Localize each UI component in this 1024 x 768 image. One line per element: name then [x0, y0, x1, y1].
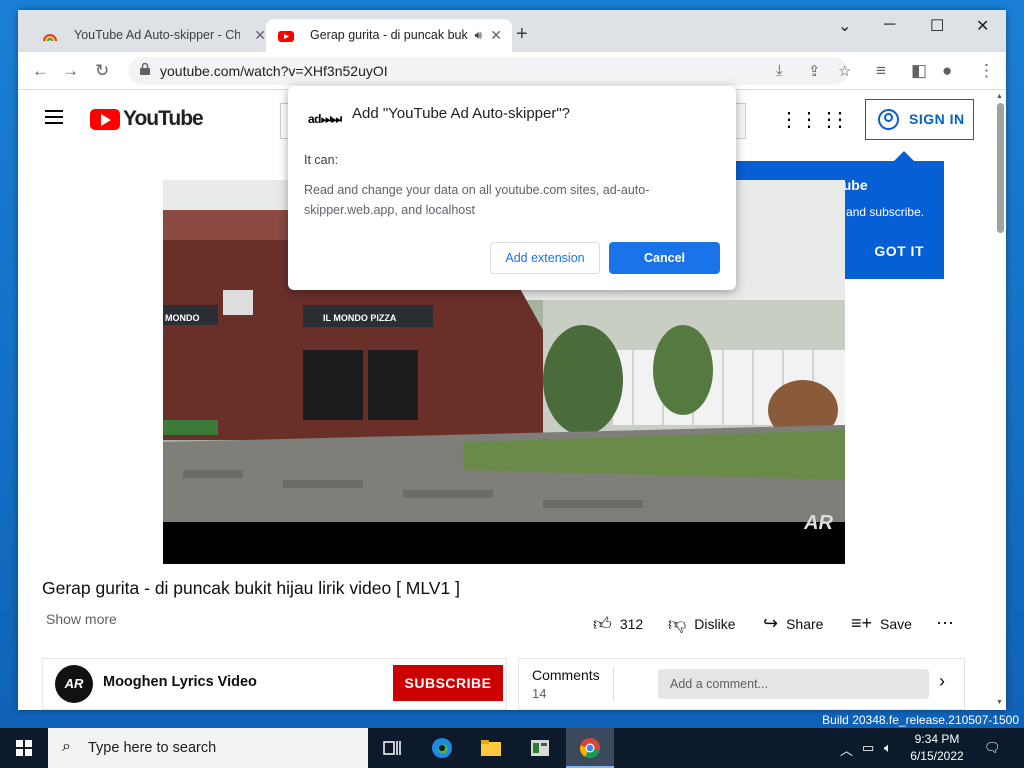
- reload-icon[interactable]: ↻: [95, 61, 109, 81]
- got-it-button[interactable]: GOT IT: [874, 243, 924, 259]
- windows-start-icon[interactable]: [16, 740, 32, 756]
- settings-kebab-icon[interactable]: ⋮: [830, 107, 850, 132]
- hamburger-menu-icon[interactable]: [45, 110, 63, 124]
- tab-strip: YouTube Ad Auto-skipper - Chro ✕ Gerap g…: [18, 10, 1006, 52]
- add-comment-input[interactable]: Add a comment...: [658, 669, 929, 699]
- server-manager-icon[interactable]: [528, 736, 552, 760]
- account-icon: [878, 109, 899, 130]
- scrollbar-thumb[interactable]: [997, 103, 1004, 233]
- taskbar-chrome-button[interactable]: [566, 728, 614, 768]
- dialog-permission: Read and change your data on all youtube…: [304, 183, 650, 217]
- chevron-right-icon[interactable]: ›: [939, 671, 945, 692]
- minimize-icon[interactable]: ─: [884, 16, 895, 34]
- more-actions-button[interactable]: ⋯: [936, 613, 962, 634]
- cancel-button[interactable]: Cancel: [609, 242, 720, 274]
- volume-muted-icon[interactable]: 🔈︎: [884, 740, 892, 756]
- tab-youtube-video[interactable]: Gerap gurita - di puncak buk 🔊︎ ✕: [266, 19, 512, 52]
- clock-time: 9:34 PM: [914, 732, 960, 746]
- page-scrollbar[interactable]: ▲ ▼: [994, 91, 1006, 710]
- share-arrow-icon: ↪: [763, 613, 779, 633]
- share-label: Share: [786, 615, 824, 632]
- lock-icon: [140, 63, 150, 75]
- channel-avatar[interactable]: AR: [55, 665, 93, 703]
- system-clock[interactable]: 9:34 PM 6/15/2022: [906, 731, 968, 765]
- media-control-icon[interactable]: ≡: [876, 61, 886, 81]
- chrome-menu-icon[interactable]: ⋮: [978, 61, 995, 81]
- build-watermark: Build 20348.fe_release.210507-1500: [822, 713, 1019, 727]
- comments-divider: [613, 667, 614, 701]
- youtube-play-icon: [90, 108, 120, 130]
- clock-date: 6/15/2022: [910, 749, 964, 763]
- more-horizontal-icon: ⋯: [936, 613, 954, 633]
- video-title: Gerap gurita - di puncak bukit hijau lir…: [42, 578, 460, 598]
- scroll-down-icon[interactable]: ▼: [996, 699, 1003, 706]
- back-arrow-icon[interactable]: ←: [32, 61, 49, 81]
- scroll-up-icon[interactable]: ▲: [996, 93, 1003, 100]
- dislike-button[interactable]: 👎︎ Dislike: [668, 613, 736, 635]
- url-text: youtube.com/watch?v=XHf3n52uyOI: [160, 63, 388, 79]
- comments-card: Comments 14 Add a comment... ›: [518, 658, 965, 710]
- close-tab-icon[interactable]: ✕: [254, 19, 266, 52]
- maximize-icon[interactable]: ☐: [930, 16, 944, 36]
- tab-title: YouTube Ad Auto-skipper - Chro: [74, 28, 240, 42]
- browser-toolbar: ← → ↻ youtube.com/watch?v=XHf3n52uyOI ⤓ …: [18, 52, 1006, 90]
- edge-browser-icon[interactable]: [430, 736, 454, 760]
- file-explorer-icon[interactable]: [479, 736, 503, 760]
- new-tab-button[interactable]: +: [516, 24, 528, 44]
- pizza-sign-text: IL MONDO PIZZA: [323, 313, 397, 323]
- audio-playing-icon[interactable]: 🔊︎: [474, 19, 482, 52]
- show-more-link[interactable]: Show more: [46, 611, 117, 627]
- share-button[interactable]: ↪ Share: [763, 613, 823, 634]
- extension-logo-icon: ad⏭⏭: [308, 112, 342, 126]
- save-label: Save: [880, 615, 912, 632]
- tab-title: Gerap gurita - di puncak buk: [310, 28, 468, 42]
- sign-in-label: SIGN IN: [909, 111, 965, 127]
- network-icon[interactable]: ▭: [862, 740, 874, 756]
- rainbow-favicon-icon: [43, 34, 57, 42]
- close-window-icon[interactable]: ✕: [976, 16, 989, 36]
- address-bar[interactable]: youtube.com/watch?v=XHf3n52uyOI ⤓ ⇪ ☆: [128, 57, 851, 85]
- profile-avatar-icon[interactable]: ●: [942, 61, 952, 81]
- forward-arrow-icon[interactable]: →: [62, 61, 79, 81]
- search-icon: ⌕: [62, 738, 71, 755]
- dialog-title: Add "YouTube Ad Auto-skipper"?: [352, 105, 571, 122]
- thumbs-up-icon: 👍︎: [593, 614, 612, 634]
- save-button[interactable]: ≡+ Save: [851, 613, 912, 634]
- youtube-logo[interactable]: YouTube: [90, 107, 204, 131]
- close-tab-icon[interactable]: ✕: [490, 19, 502, 52]
- like-count: 312: [619, 616, 644, 632]
- add-to-playlist-icon: ≡+: [851, 613, 873, 633]
- dialog-it-can: It can:: [304, 153, 339, 167]
- side-panel-icon[interactable]: ◧: [911, 61, 927, 81]
- taskbar-search-placeholder: Type here to search: [88, 740, 217, 756]
- share-page-icon[interactable]: ⇪: [808, 62, 821, 80]
- dislike-label: Dislike: [694, 616, 736, 632]
- install-app-icon[interactable]: ⤓: [776, 62, 783, 79]
- thumbs-down-icon: 👎︎: [668, 614, 687, 634]
- bookmark-star-icon[interactable]: ☆: [838, 62, 851, 80]
- comments-count: 14: [532, 686, 547, 701]
- channel-card: AR Mooghen Lyrics Video SUBSCRIBE: [42, 658, 507, 710]
- add-extension-dialog: ad⏭⏭ Add "YouTube Ad Auto-skipper"? It c…: [288, 86, 736, 290]
- tab-search-chevron-icon[interactable]: ⌄: [838, 16, 851, 36]
- taskbar-search-box[interactable]: ⌕ Type here to search: [48, 728, 368, 768]
- sign-in-button[interactable]: SIGN IN: [865, 99, 974, 140]
- youtube-favicon-icon: [278, 31, 294, 42]
- tray-chevron-up-icon[interactable]: ︿: [840, 740, 853, 759]
- task-view-icon[interactable]: [380, 736, 404, 760]
- subscribe-button[interactable]: SUBSCRIBE: [393, 665, 503, 701]
- notifications-icon[interactable]: 🗨︎: [984, 740, 1001, 756]
- search-box-edge[interactable]: [280, 103, 288, 139]
- channel-watermark: AR: [804, 512, 833, 534]
- like-button[interactable]: 👍︎ 312: [593, 613, 643, 635]
- add-extension-button[interactable]: Add extension: [490, 242, 600, 274]
- mondo-sign-text: MONDO: [165, 313, 200, 323]
- chrome-icon: [579, 738, 600, 758]
- tab-extension-store[interactable]: YouTube Ad Auto-skipper - Chro ✕: [30, 19, 276, 52]
- comments-label: Comments: [532, 667, 600, 683]
- youtube-wordmark: YouTube: [123, 107, 204, 130]
- channel-name[interactable]: Mooghen Lyrics Video: [103, 674, 257, 690]
- windows-taskbar: ⌕ Type here to search ︿ ▭ 🔈︎ 9:34 PM 6/1…: [0, 728, 1024, 768]
